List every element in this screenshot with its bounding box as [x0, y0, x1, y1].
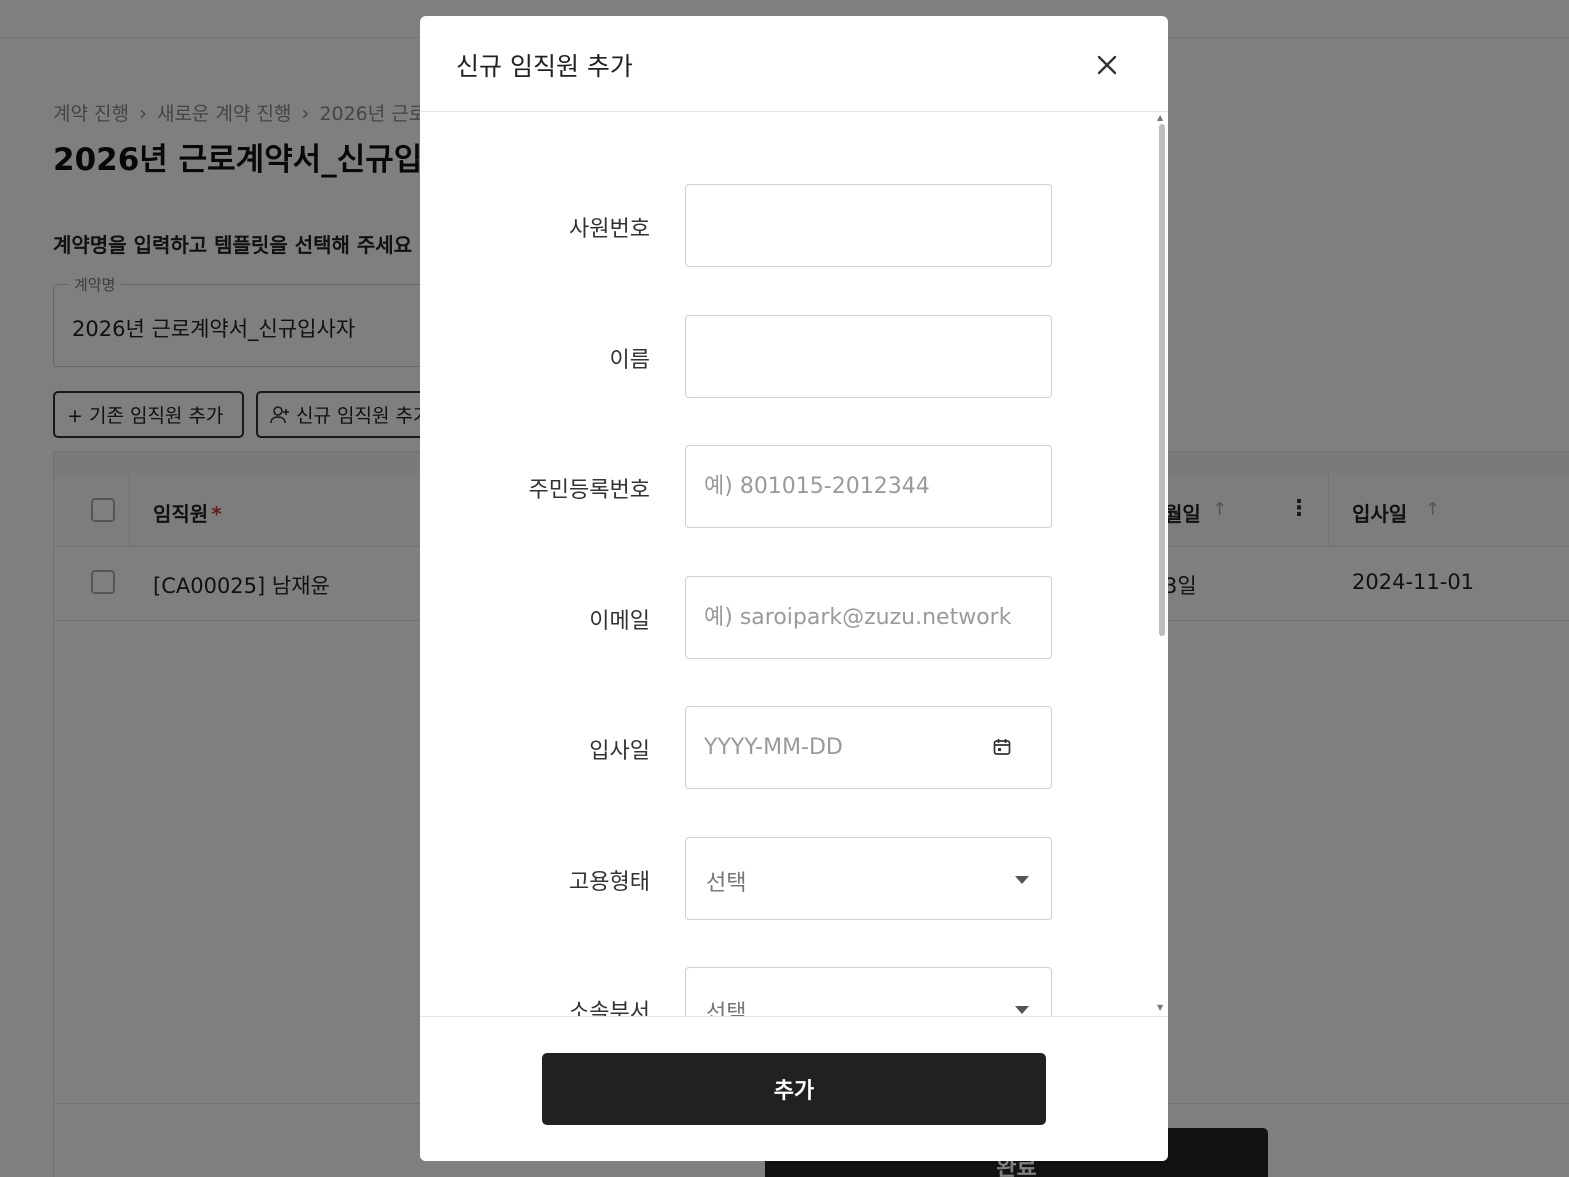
employee-no-label: 사원번호: [569, 217, 650, 242]
caret-down-icon: [1015, 1006, 1029, 1014]
add-button[interactable]: 추가: [542, 1053, 1046, 1125]
hire-date-label: 입사일: [589, 739, 650, 764]
close-icon: [1097, 55, 1117, 75]
caret-down-icon: [1015, 876, 1029, 884]
department-select[interactable]: 선택: [685, 967, 1052, 1016]
modal-header: 신규 임직원 추가: [420, 16, 1168, 112]
employment-type-selected: 선택: [706, 871, 747, 896]
department-label: 소속부서: [569, 1000, 650, 1016]
employee-no-input[interactable]: [685, 184, 1052, 267]
modal-title: 신규 임직원 추가: [456, 52, 633, 81]
modal-scrollbar-thumb[interactable]: [1159, 124, 1165, 636]
form-row-rrn: 주민등록번호: [420, 445, 1168, 528]
name-input[interactable]: [685, 315, 1052, 398]
employment-type-label: 고용형태: [569, 870, 650, 895]
scroll-up-arrow-icon[interactable]: ▲: [1157, 113, 1163, 122]
modal-footer: 추가: [420, 1016, 1168, 1161]
form-row-employee-no: 사원번호: [420, 184, 1168, 267]
hire-date-picker: [685, 706, 1052, 789]
close-button[interactable]: [1088, 46, 1126, 84]
email-input[interactable]: [685, 576, 1052, 659]
scroll-down-arrow-icon[interactable]: ▼: [1157, 1003, 1163, 1012]
calendar-icon[interactable]: [992, 737, 1012, 757]
email-label: 이메일: [589, 609, 650, 634]
form-row-hire-date: 입사일: [420, 706, 1168, 789]
employment-type-select[interactable]: 선택: [685, 837, 1052, 920]
department-selected: 선택: [706, 1001, 747, 1016]
form-row-email: 이메일: [420, 576, 1168, 659]
form-row-employment-type: 고용형태 선택: [420, 837, 1168, 920]
form-row-department: 소속부서 선택: [420, 967, 1168, 1016]
new-employee-modal: 신규 임직원 추가 사원번호 이름 주민등록번호 이메일 입사일: [420, 16, 1168, 1161]
name-label: 이름: [609, 348, 650, 373]
rrn-input[interactable]: [685, 445, 1052, 528]
rrn-label: 주민등록번호: [528, 478, 650, 503]
form-row-name: 이름: [420, 315, 1168, 398]
modal-body: 사원번호 이름 주민등록번호 이메일 입사일 고용형태 선택: [420, 112, 1168, 1016]
